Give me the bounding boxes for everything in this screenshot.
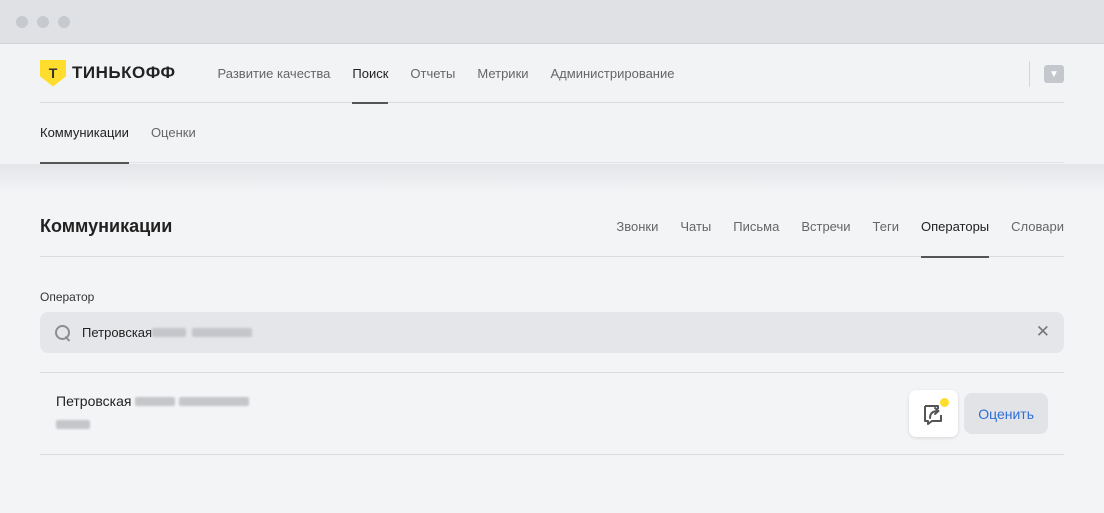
tab-emails[interactable]: Письма [733, 196, 779, 257]
window-close-dot[interactable] [16, 15, 28, 28]
window-zoom-dot[interactable] [58, 15, 70, 28]
row-actions: Оценить [909, 390, 1048, 437]
header-divider [1029, 61, 1030, 87]
operator-name: Петровская [56, 393, 253, 409]
tab-calls[interactable]: Звонки [616, 196, 658, 257]
nav-item-search[interactable]: Поиск [352, 44, 389, 104]
redacted-text [56, 420, 90, 429]
redacted-text [152, 328, 186, 337]
notification-dot [940, 398, 950, 407]
logo-shield-icon: Т [40, 59, 66, 87]
title-bar [0, 0, 1104, 44]
operator-row[interactable]: Петровская Оценить [40, 373, 1064, 455]
redacted-text [135, 396, 176, 406]
nav-item-admin[interactable]: Администрирование [551, 44, 675, 103]
operator-search-box[interactable]: Петровская ✕ [40, 312, 1064, 353]
nav-item-metrics[interactable]: Метрики [477, 44, 528, 103]
header-shadow [0, 164, 1104, 192]
app-header: Т ТИНЬКОФФ Развитие качества Поиск Отчет… [0, 44, 1104, 164]
redacted-text [192, 328, 252, 337]
sub-navigation: Коммуникации Оценки [40, 103, 1064, 164]
page-header: Коммуникации Звонки Чаты Письма Встречи … [40, 196, 1064, 258]
mail-dropdown-icon[interactable]: ▼ [1044, 65, 1064, 83]
operator-surname: Петровская [56, 393, 132, 409]
search-icon [54, 324, 72, 342]
operator-info: Петровская [56, 393, 253, 434]
subnav-item-communications[interactable]: Коммуникации [40, 103, 129, 164]
brand-logo[interactable]: Т ТИНЬКОФФ [40, 59, 176, 87]
tab-operators[interactable]: Операторы [920, 196, 990, 258]
share-button[interactable] [909, 390, 959, 437]
header-right: ▼ [1029, 61, 1064, 87]
tab-dictionaries[interactable]: Словари [1011, 196, 1064, 257]
communication-tabs: Звонки Чаты Письма Встречи Теги Оператор… [616, 196, 1064, 258]
subnav-item-ratings[interactable]: Оценки [151, 103, 196, 163]
tab-meetings[interactable]: Встречи [801, 196, 850, 257]
close-icon[interactable]: ✕ [1036, 323, 1050, 340]
main-content: Коммуникации Звонки Чаты Письма Встречи … [0, 196, 1104, 455]
logo-text: ТИНЬКОФФ [72, 63, 176, 82]
operator-meta [56, 416, 253, 434]
tab-tags[interactable]: Теги [873, 196, 899, 257]
window-minimize-dot[interactable] [37, 15, 49, 28]
redacted-text [179, 396, 250, 406]
tab-chats[interactable]: Чаты [680, 196, 711, 257]
nav-item-quality[interactable]: Развитие качества [218, 44, 331, 103]
top-navigation: Т ТИНЬКОФФ Развитие качества Поиск Отчет… [40, 44, 1064, 104]
nav-item-reports[interactable]: Отчеты [410, 44, 455, 103]
operator-search-input[interactable]: Петровская [82, 325, 152, 340]
operator-field-label: Оператор [40, 290, 95, 304]
browser-window: Т ТИНЬКОФФ Развитие качества Поиск Отчет… [0, 0, 1104, 513]
rate-button[interactable]: Оценить [964, 393, 1048, 434]
page-title: Коммуникации [40, 215, 173, 236]
